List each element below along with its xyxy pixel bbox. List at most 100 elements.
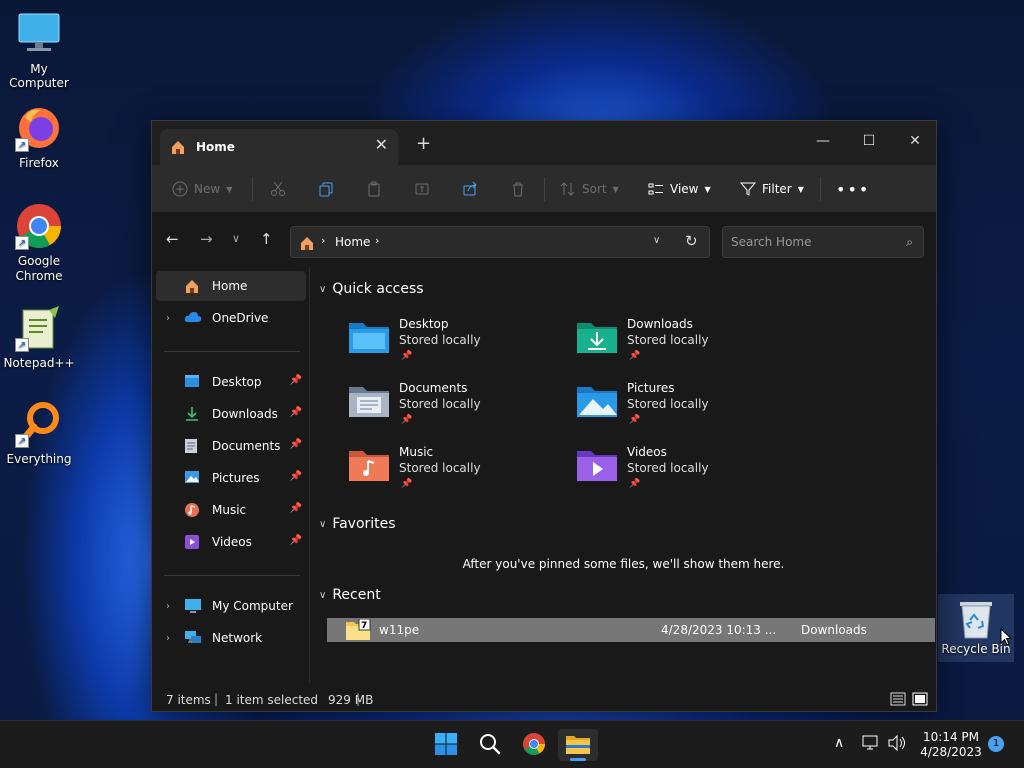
details-view-icon[interactable] — [890, 691, 906, 710]
table-row[interactable]: 7 w11pe 4/28/2023 10:13 ... Downloads — [327, 618, 935, 642]
forward-button[interactable]: → — [200, 230, 213, 248]
quick-access-item-music[interactable]: Music Stored locally 📌 — [347, 443, 567, 503]
quick-access-item-desktop[interactable]: Desktop Stored locally 📌 — [347, 315, 567, 375]
start-button[interactable] — [426, 729, 466, 761]
recent-locations-button[interactable]: ∨ — [232, 232, 240, 245]
svg-text:7: 7 — [361, 621, 367, 631]
minimize-button[interactable]: — — [800, 127, 846, 155]
sidebar-item-label: Pictures — [212, 471, 260, 485]
quick-access-item-documents[interactable]: Documents Stored locally 📌 — [347, 379, 567, 439]
sidebar-item-music[interactable]: Music 📌 — [156, 495, 306, 525]
sidebar-item-network[interactable]: › Network — [156, 623, 306, 653]
close-tab-icon[interactable]: ✕ — [375, 135, 388, 154]
quick-access-sub: Stored locally — [399, 397, 481, 411]
clock-date: 4/28/2023 — [920, 745, 982, 759]
quick-access-item-videos[interactable]: Videos Stored locally 📌 — [575, 443, 795, 503]
quick-access-sub: Stored locally — [627, 333, 709, 347]
documents-folder-icon — [347, 383, 391, 419]
new-tab-button[interactable]: + — [416, 133, 431, 154]
tiles-view-icon[interactable] — [912, 691, 928, 710]
sidebar-item-downloads[interactable]: Downloads 📌 — [156, 399, 306, 429]
document-icon — [184, 438, 206, 454]
desktop-icon-everything[interactable]: ↗ Everything — [0, 400, 78, 466]
close-window-button[interactable]: ✕ — [892, 127, 938, 155]
chevron-right-icon[interactable]: › — [156, 313, 180, 324]
shortcut-arrow-icon: ↗ — [15, 338, 29, 352]
taskbar: ∧ 10:14 PM 4/28/2023 — [0, 720, 1024, 768]
search-taskbar-button[interactable] — [470, 729, 510, 761]
title-bar: Home ✕ + — ☐ ✕ — [152, 121, 936, 165]
share-icon — [462, 181, 478, 197]
status-separator: | — [214, 692, 219, 706]
volume-icon[interactable] — [888, 734, 906, 755]
clock-time: 10:14 PM — [923, 730, 979, 744]
address-dropdown-icon[interactable]: ∨ — [653, 235, 660, 246]
desktop-icon-my-computer[interactable]: My Computer — [0, 10, 78, 90]
sidebar-item-videos[interactable]: Videos 📌 — [156, 527, 306, 557]
chevron-up-icon[interactable]: ∧ — [834, 735, 844, 751]
quick-access-item-pictures[interactable]: Pictures Stored locally 📌 — [575, 379, 795, 439]
up-button[interactable]: ↑ — [260, 230, 273, 248]
view-button[interactable]: View ▼ — [648, 179, 711, 199]
search-placeholder: Search Home — [731, 235, 812, 249]
sidebar-item-desktop[interactable]: Desktop 📌 — [156, 367, 306, 397]
breadcrumb-separator-icon[interactable]: › — [375, 234, 379, 247]
sidebar-item-my-computer[interactable]: › My Computer — [156, 591, 306, 621]
maximize-button[interactable]: ☐ — [846, 127, 892, 155]
sort-button[interactable]: Sort ▼ — [560, 179, 619, 199]
sidebar-item-pictures[interactable]: Pictures 📌 — [156, 463, 306, 493]
section-heading: Recent — [332, 587, 381, 603]
back-button[interactable]: ← — [166, 230, 179, 248]
chrome-taskbar-button[interactable] — [514, 729, 554, 761]
copy-button[interactable] — [318, 179, 334, 199]
filter-button-label: Filter — [762, 182, 792, 196]
breadcrumb-home[interactable]: Home — [335, 235, 370, 249]
file-explorer-taskbar-button[interactable] — [558, 729, 598, 761]
sidebar-item-home[interactable]: Home — [156, 271, 306, 301]
pin-icon: 📌 — [289, 471, 302, 482]
copy-icon — [318, 181, 334, 197]
delete-button[interactable] — [510, 179, 526, 199]
refresh-icon[interactable]: ↻ — [685, 232, 698, 250]
quick-access-item-downloads[interactable]: Downloads Stored locally 📌 — [575, 315, 795, 375]
system-clock[interactable]: 10:14 PM 4/28/2023 — [916, 730, 986, 760]
quick-access-name: Videos — [627, 445, 667, 459]
new-button[interactable]: New ▼ — [172, 179, 232, 199]
tab-home[interactable]: Home ✕ — [160, 129, 398, 165]
cut-button[interactable] — [270, 179, 286, 199]
filter-button[interactable]: Filter ▼ — [740, 179, 804, 199]
address-bar[interactable]: › Home › ∨ ↻ — [290, 226, 710, 258]
video-icon — [184, 534, 206, 550]
chevron-right-icon[interactable]: › — [156, 633, 180, 644]
recent-header[interactable]: ∨ Recent — [319, 587, 381, 603]
chrome-icon: ↗ — [15, 202, 63, 250]
notification-badge[interactable]: 1 — [988, 736, 1004, 752]
section-heading: Favorites — [332, 516, 396, 532]
chevron-down-icon: ▼ — [612, 184, 619, 194]
pin-icon: 📌 — [401, 415, 413, 425]
favorites-empty-message: After you've pinned some files, we'll sh… — [462, 557, 785, 571]
pin-icon: 📌 — [289, 407, 302, 418]
network-tray-icon[interactable] — [862, 735, 880, 755]
sidebar-item-onedrive[interactable]: › OneDrive — [156, 303, 306, 333]
paste-button[interactable] — [366, 179, 382, 199]
more-options-button[interactable]: ••• — [836, 179, 870, 199]
chevron-right-icon[interactable]: › — [156, 601, 180, 612]
magnifier-icon: ↗ — [15, 400, 63, 448]
rename-icon — [414, 181, 430, 197]
shortcut-arrow-icon: ↗ — [15, 434, 29, 448]
desktop-icon-notepad-plus-plus[interactable]: ↗ Notepad++ — [0, 304, 78, 370]
desktop-icon-firefox[interactable]: ↗ Firefox — [0, 104, 78, 170]
search-box[interactable]: Search Home ⌕ — [722, 226, 924, 258]
zip-archive-icon: 7 — [345, 618, 371, 644]
sidebar-item-documents[interactable]: Documents 📌 — [156, 431, 306, 461]
pin-icon: 📌 — [629, 351, 641, 361]
download-arrow-icon — [184, 406, 206, 422]
favorites-header[interactable]: ∨ Favorites — [319, 516, 396, 532]
rename-button[interactable] — [414, 179, 430, 199]
desktop-icon-google-chrome[interactable]: ↗ Google Chrome — [0, 202, 78, 284]
share-button[interactable] — [462, 179, 478, 199]
sidebar-item-label: Network — [212, 631, 263, 645]
sidebar-item-label: Downloads — [212, 407, 278, 421]
quick-access-header[interactable]: ∨ Quick access — [319, 281, 424, 297]
